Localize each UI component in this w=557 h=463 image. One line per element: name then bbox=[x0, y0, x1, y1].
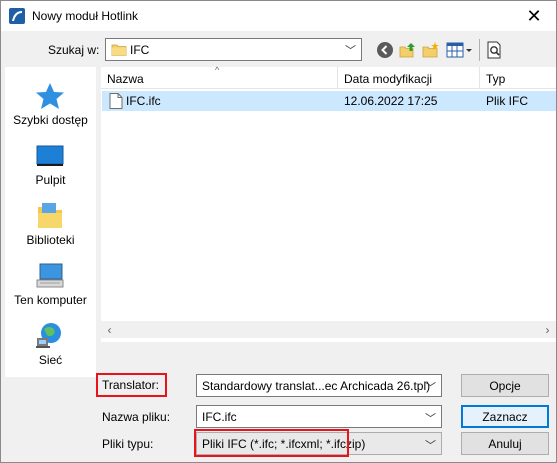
file-modified: 12.06.2022 17:25 bbox=[344, 94, 438, 108]
star-icon bbox=[36, 83, 64, 109]
place-libraries[interactable]: Biblioteki bbox=[5, 193, 96, 253]
filetype-highlight bbox=[194, 429, 349, 457]
up-folder-icon bbox=[399, 43, 415, 58]
file-list[interactable]: ^ Nazwa Data modyfikacji Typ IFC.ifc 12.… bbox=[101, 65, 556, 342]
file-list-header: ^ Nazwa Data modyfikacji Typ bbox=[101, 65, 556, 89]
archicad-app-icon bbox=[9, 8, 25, 24]
chevron-down-icon: ﹀ bbox=[425, 440, 436, 452]
place-label: Szybki dostęp bbox=[13, 113, 88, 127]
close-icon: ✕ bbox=[526, 5, 542, 26]
preview-icon bbox=[487, 41, 501, 59]
network-icon bbox=[36, 323, 61, 348]
cancel-button[interactable]: Anuluj bbox=[461, 432, 549, 455]
up-folder-button[interactable] bbox=[398, 40, 418, 60]
window-title: Nowy moduł Hotlink bbox=[32, 9, 139, 23]
scroll-right-button[interactable]: › bbox=[539, 321, 556, 338]
column-header-modified[interactable]: Data modyfikacji bbox=[338, 67, 479, 89]
new-folder-icon bbox=[422, 42, 439, 58]
view-grid-icon bbox=[446, 42, 472, 58]
look-in-label: Szukaj w: bbox=[48, 43, 100, 57]
view-menu-button[interactable] bbox=[446, 40, 474, 60]
place-label: Sieć bbox=[38, 353, 63, 367]
place-label: Ten komputer bbox=[14, 293, 87, 307]
file-name: IFC.ifc bbox=[126, 94, 161, 108]
filename-value: IFC.ifc bbox=[202, 410, 237, 424]
scroll-left-button[interactable]: ‹ bbox=[101, 321, 118, 338]
select-button[interactable]: Zaznacz bbox=[461, 405, 549, 428]
options-button[interactable]: Opcje bbox=[461, 374, 549, 397]
dialog-window: Nowy moduł Hotlink ✕ Szukaj w: IFC ﹀ Szy… bbox=[0, 0, 557, 463]
libraries-icon bbox=[38, 203, 62, 228]
close-button[interactable]: ✕ bbox=[512, 1, 556, 31]
look-in-value: IFC bbox=[130, 43, 150, 57]
translator-label: Translator: bbox=[102, 378, 159, 392]
back-button[interactable] bbox=[375, 40, 395, 60]
place-quick-access[interactable]: Szybki dostęp bbox=[5, 73, 96, 133]
preview-button[interactable] bbox=[485, 40, 505, 60]
chevron-left-icon: ‹ bbox=[107, 322, 112, 337]
look-in-combo[interactable]: IFC ﹀ bbox=[105, 38, 362, 61]
back-arrow-icon bbox=[377, 42, 393, 58]
file-type: Plik IFC bbox=[486, 94, 528, 108]
place-this-pc[interactable]: Ten komputer bbox=[5, 253, 96, 313]
translator-value: Standardowy translat...ec Archicada 26.t… bbox=[202, 379, 431, 393]
translator-select[interactable]: Standardowy translat...ec Archicada 26.t… bbox=[196, 374, 442, 397]
filename-input[interactable]: IFC.ifc ﹀ bbox=[196, 405, 442, 428]
chevron-down-icon: ﹀ bbox=[425, 382, 436, 394]
desktop-icon bbox=[36, 145, 64, 166]
place-desktop[interactable]: Pulpit bbox=[5, 133, 96, 193]
folder-icon bbox=[111, 44, 127, 56]
chevron-down-icon: ﹀ bbox=[425, 413, 436, 425]
filetype-label: Pliki typu: bbox=[102, 437, 154, 451]
computer-icon bbox=[36, 263, 64, 288]
chevron-right-icon: › bbox=[545, 322, 550, 337]
place-label: Pulpit bbox=[35, 173, 66, 187]
place-label: Biblioteki bbox=[26, 233, 75, 247]
place-network[interactable]: Sieć bbox=[5, 313, 96, 373]
file-icon bbox=[109, 93, 123, 109]
filename-label: Nazwa pliku: bbox=[102, 410, 171, 424]
column-header-type[interactable]: Typ bbox=[480, 67, 556, 89]
horizontal-scrollbar[interactable]: ‹ › bbox=[101, 321, 556, 338]
column-header-name[interactable]: Nazwa bbox=[101, 67, 337, 89]
places-bar: Szybki dostęp Pulpit Biblioteki Ten komp… bbox=[5, 67, 96, 377]
toolbar-separator bbox=[479, 39, 480, 61]
new-folder-button[interactable] bbox=[421, 40, 441, 60]
file-row[interactable]: IFC.ifc 12.06.2022 17:25 Plik IFC bbox=[102, 91, 556, 111]
title-bar: Nowy moduł Hotlink ✕ bbox=[1, 1, 556, 31]
chevron-down-icon: ﹀ bbox=[345, 45, 356, 57]
